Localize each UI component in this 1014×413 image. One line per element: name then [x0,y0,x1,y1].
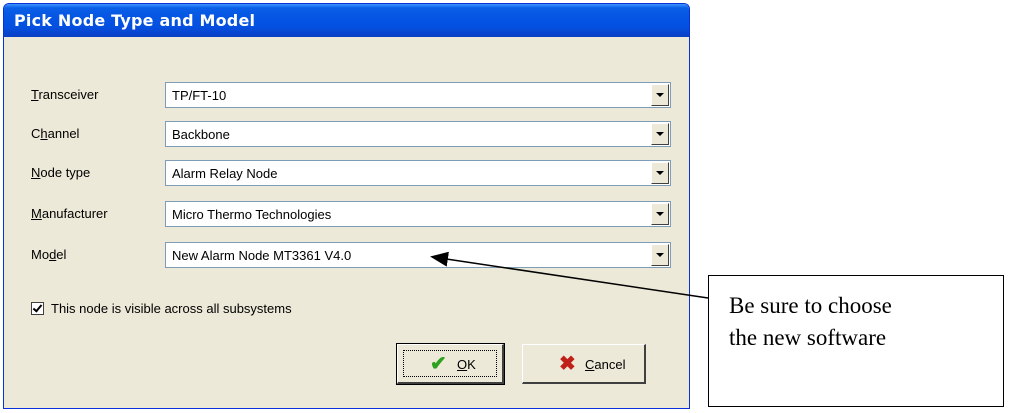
callout-line-2: the new software [729,325,887,350]
callout-note: Be sure to choose the new software [708,275,1004,407]
callout-line-1: Be sure to choose [729,293,892,318]
